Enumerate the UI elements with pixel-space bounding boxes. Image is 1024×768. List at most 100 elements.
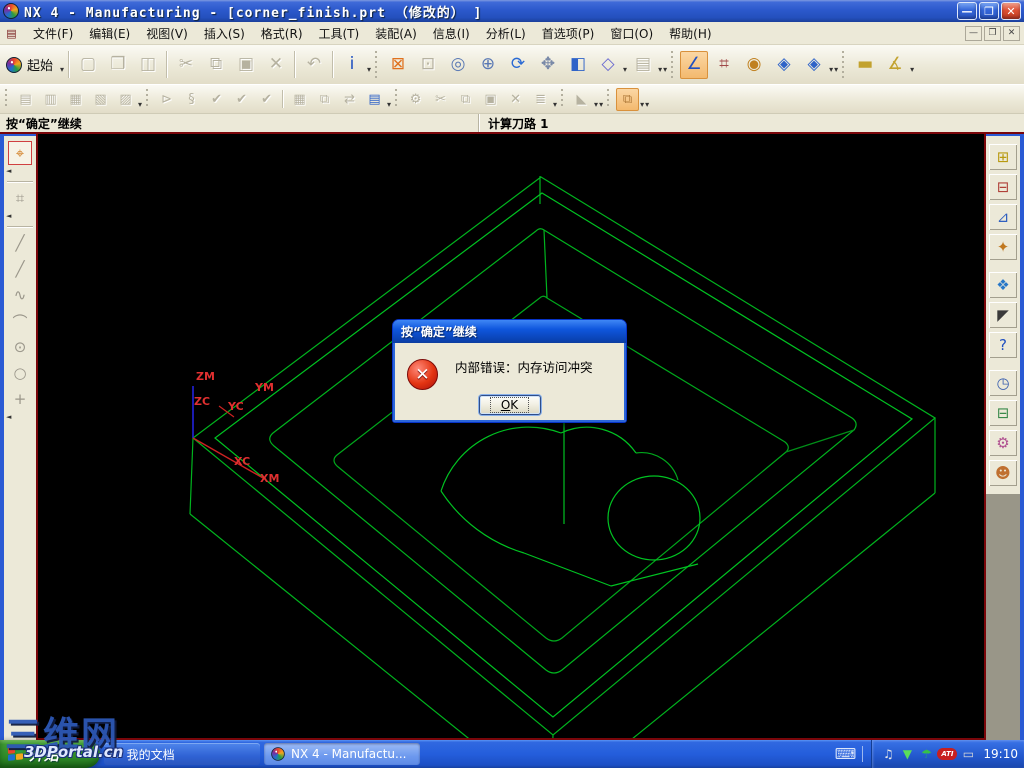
- zoom-window-button[interactable]: ◎: [444, 51, 472, 79]
- edit-object-button[interactable]: ⚙: [404, 88, 427, 111]
- fit-view-button[interactable]: ⊠: [384, 51, 412, 79]
- circle-center-button[interactable]: ⊙: [8, 335, 32, 359]
- paste-object-button[interactable]: ▣: [479, 88, 502, 111]
- collapse-arrow-icon[interactable]: ◄: [6, 212, 11, 220]
- dropdown-arrow-icon[interactable]: ▾: [658, 65, 662, 74]
- wireframe-display-button[interactable]: ◇: [594, 51, 622, 79]
- create-program-button[interactable]: ▤: [14, 88, 37, 111]
- toolbar-overflow-arrow[interactable]: ▾: [834, 65, 838, 74]
- dropdown-arrow-icon[interactable]: ▾: [553, 100, 557, 109]
- taskbar-button-2[interactable]: NX 4 - Manufactu...: [264, 743, 420, 765]
- collapse-arrow-icon[interactable]: ◄: [6, 167, 11, 175]
- information-button[interactable]: i: [338, 51, 366, 79]
- generate-toolpath-button[interactable]: ⊳: [155, 88, 178, 111]
- input-method-keyboard-icon[interactable]: ⌨: [835, 745, 857, 763]
- save-part-button[interactable]: ◫: [134, 51, 162, 79]
- help-tab[interactable]: ?: [989, 332, 1017, 358]
- object-display-button[interactable]: ≣: [529, 88, 552, 111]
- delete-object-button[interactable]: ✕: [504, 88, 527, 111]
- circle-tool-button[interactable]: ○: [8, 361, 32, 385]
- toolbar-overflow-arrow[interactable]: ▾: [663, 65, 667, 74]
- menu-item-3[interactable]: 视图(V): [138, 22, 196, 45]
- mdi-restore-button[interactable]: ❐: [984, 25, 1001, 41]
- toolbar-grip[interactable]: [395, 89, 401, 109]
- history-tab[interactable]: ◷: [989, 370, 1017, 396]
- zoom-in-out-button[interactable]: ⊕: [474, 51, 502, 79]
- antivirus-umbrella-tray-icon[interactable]: ☂: [918, 746, 934, 762]
- menu-item-9[interactable]: 分析(L): [478, 22, 534, 45]
- toolbar-overflow-arrow[interactable]: ▾: [599, 100, 603, 109]
- updater-tray-icon[interactable]: ▼: [899, 746, 915, 762]
- line-tool-button[interactable]: ╱: [8, 231, 32, 255]
- constraint-navigator-tab[interactable]: ⊟: [989, 174, 1017, 200]
- toolbar-grip[interactable]: [146, 89, 152, 109]
- error-dialog-title[interactable]: 按“确定”继续: [393, 320, 626, 343]
- nx-start-button[interactable]: 起始: [3, 51, 59, 79]
- process-tools-tab[interactable]: ⚙: [989, 430, 1017, 456]
- dropdown-arrow-icon[interactable]: ▾: [138, 100, 142, 109]
- display-tray-icon[interactable]: ▭: [960, 746, 976, 762]
- snap-point-button[interactable]: ⌗: [710, 51, 738, 79]
- toolbar-grip[interactable]: [5, 89, 10, 109]
- menu-item-1[interactable]: 文件(F): [25, 22, 81, 45]
- dropdown-arrow-icon[interactable]: ▾: [594, 100, 598, 109]
- menu-item-10[interactable]: 首选项(P): [534, 22, 603, 45]
- graphics-viewport[interactable]: ZM ZC YM YC XC XM 按“确定”继续 ✕ 内部错误：内存访问冲突 OK: [36, 134, 986, 740]
- menu-item-2[interactable]: 编辑(E): [81, 22, 138, 45]
- start-button[interactable]: 开始: [0, 740, 100, 768]
- cut-button[interactable]: ✂: [172, 51, 200, 79]
- postprocess-button[interactable]: ✔: [255, 88, 278, 111]
- create-method-button[interactable]: ▧: [89, 88, 112, 111]
- dropdown-arrow-icon[interactable]: ▾: [367, 65, 371, 74]
- refresh-view-button[interactable]: ⊡: [414, 51, 442, 79]
- menu-item-5[interactable]: 格式(R): [253, 22, 311, 45]
- import-part-button[interactable]: ◈: [770, 51, 798, 79]
- menu-item-8[interactable]: 信息(I): [425, 22, 478, 45]
- snapshot-button[interactable]: ▤: [629, 51, 657, 79]
- minimize-button[interactable]: —: [957, 2, 977, 20]
- ok-button[interactable]: OK: [478, 395, 541, 415]
- measure-distance-button[interactable]: ▬: [851, 51, 879, 79]
- dropdown-arrow-icon[interactable]: ▾: [829, 65, 833, 74]
- operation-navigator-toggle-button[interactable]: ⧉: [616, 87, 640, 111]
- menu-item-4[interactable]: 插入(S): [196, 22, 253, 45]
- arc-tool-button[interactable]: ⌒: [8, 309, 32, 333]
- shaded-display-button[interactable]: ◧: [564, 51, 592, 79]
- measure-angle-button[interactable]: ∡: [881, 51, 909, 79]
- copy-object-button[interactable]: ⧉: [454, 88, 477, 111]
- taskbar-button-1[interactable]: ❒ 我的文档: [104, 743, 260, 765]
- maximize-button[interactable]: ❐: [979, 2, 999, 20]
- collapse-arrow-icon[interactable]: ◄: [6, 413, 11, 421]
- toolbar-overflow-arrow[interactable]: ▾: [645, 100, 649, 109]
- dropdown-arrow-icon[interactable]: ▾: [623, 65, 627, 74]
- mdi-minimize-button[interactable]: —: [965, 25, 982, 41]
- toolbar-grip[interactable]: [842, 50, 848, 79]
- shop-documentation-button[interactable]: ▦: [288, 88, 311, 111]
- toolbar-grip[interactable]: [561, 89, 567, 109]
- dropdown-arrow-icon[interactable]: ▾: [60, 65, 64, 74]
- open-part-button[interactable]: ❒: [104, 51, 132, 79]
- snap-point-tools-button[interactable]: ⌗: [8, 186, 32, 210]
- spline-tool-button[interactable]: ∿: [8, 283, 32, 307]
- menu-item-12[interactable]: 帮助(H): [661, 22, 719, 45]
- operation-navigator-tab[interactable]: ⊿: [989, 204, 1017, 230]
- create-operation-button[interactable]: ▨: [114, 88, 137, 111]
- menu-item-11[interactable]: 窗口(O): [602, 22, 661, 45]
- replay-toolpath-button[interactable]: §: [180, 88, 203, 111]
- mdi-close-button[interactable]: ✕: [1003, 25, 1020, 41]
- rotate-view-button[interactable]: ⟳: [504, 51, 532, 79]
- web-browser-tab[interactable]: ❖: [989, 272, 1017, 298]
- toolpath-copy-button[interactable]: ⧉: [313, 88, 336, 111]
- undo-button[interactable]: ↶: [300, 51, 328, 79]
- delete-button[interactable]: ✕: [262, 51, 290, 79]
- simulate-machine-button[interactable]: ✔: [230, 88, 253, 111]
- export-part-button[interactable]: ◈: [800, 51, 828, 79]
- create-geometry-button[interactable]: ▦: [64, 88, 87, 111]
- customer-center-tab[interactable]: ☻: [989, 460, 1017, 486]
- toolbar-grip[interactable]: [671, 50, 677, 79]
- paste-button[interactable]: ▣: [232, 51, 260, 79]
- selection-filter-button[interactable]: ⌖: [8, 141, 32, 165]
- display-tool-button[interactable]: ◣: [570, 88, 593, 111]
- ati-tray-icon[interactable]: ATI: [937, 748, 958, 760]
- toolpath-sync-button[interactable]: ⇄: [338, 88, 361, 111]
